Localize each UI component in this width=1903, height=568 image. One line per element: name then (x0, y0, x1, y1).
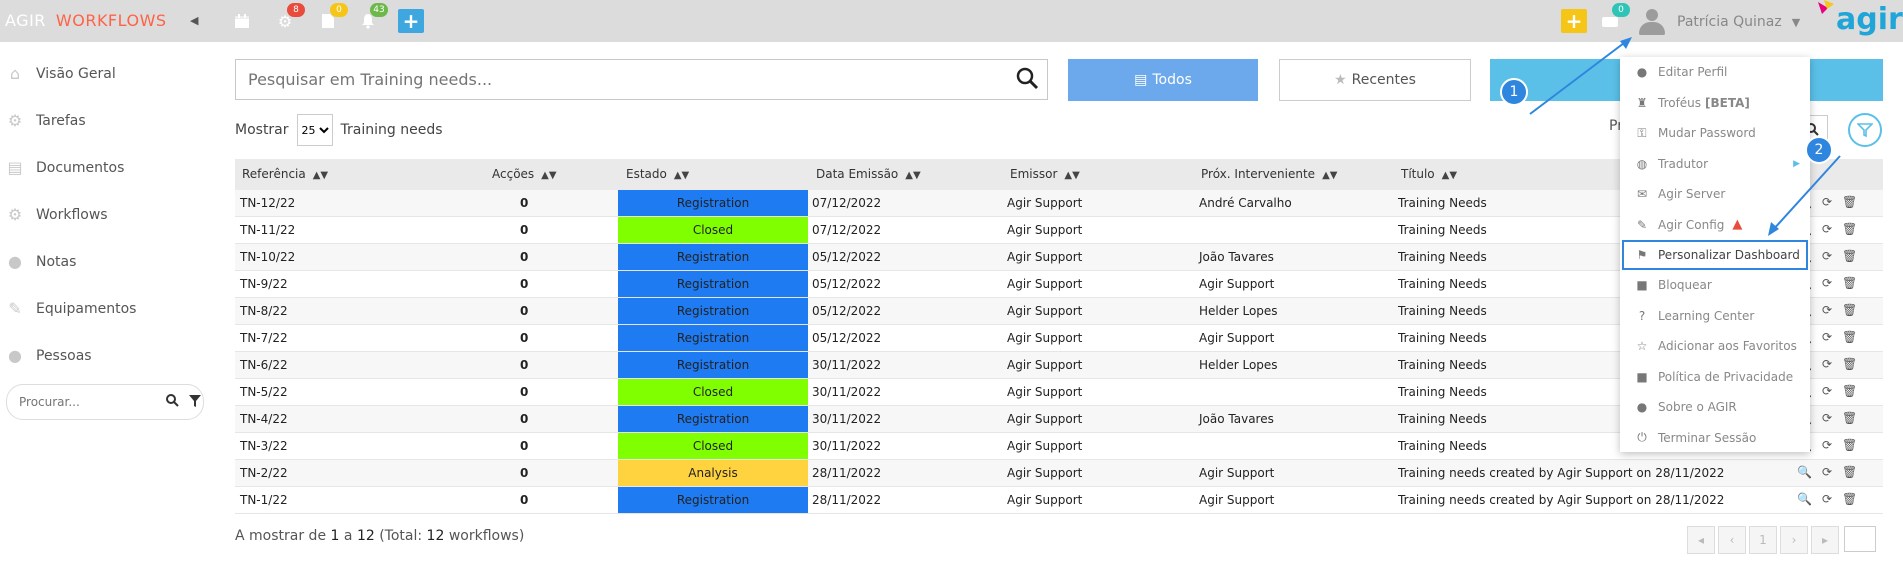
arrowhead-1 (1620, 37, 1632, 49)
callout-2: 2 (1805, 136, 1833, 164)
arrow-1 (1529, 39, 1629, 115)
annotation-arrows (1529, 37, 1841, 236)
arrow-2 (1771, 155, 1841, 232)
callout-1: 1 (1500, 78, 1528, 106)
